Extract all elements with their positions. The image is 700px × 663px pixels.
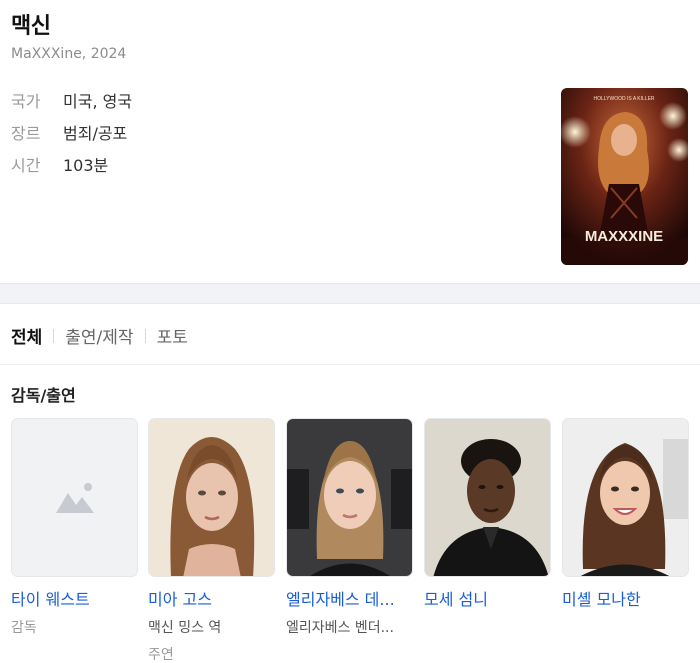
cast-card[interactable]: 모세 섬니: [424, 418, 551, 610]
tab-photos[interactable]: 포토: [157, 323, 188, 348]
section-divider: [0, 283, 700, 304]
cast-role: 엘리자베스 벤더...: [286, 620, 394, 636]
cast-card[interactable]: 미셸 모나한: [562, 418, 689, 610]
tab-all[interactable]: 전체: [11, 323, 42, 348]
cast-name[interactable]: 타이 웨스트: [11, 586, 138, 610]
poster-title: MAXXXINE: [585, 228, 663, 245]
cast-billing: 주연: [148, 647, 174, 663]
cast-name[interactable]: 미셸 모나한: [562, 586, 689, 610]
cast-role: 감독: [11, 620, 37, 636]
info-label: 장르: [11, 124, 41, 143]
movie-subtitle: MaXXXine, 2024: [11, 46, 127, 62]
info-label: 국가: [11, 92, 41, 111]
cast-name[interactable]: 엘리자베스 데...: [286, 586, 413, 610]
cast-card[interactable]: 미아 고스 맥신 밍스 역 주연: [148, 418, 275, 663]
cast-card[interactable]: 타이 웨스트 감독: [11, 418, 138, 637]
cast-card[interactable]: 엘리자베스 데... 엘리자베스 벤더...: [286, 418, 413, 637]
info-value: 103분: [63, 156, 109, 175]
cast-photo[interactable]: [286, 418, 413, 577]
info-value: 범죄/공포: [63, 124, 128, 143]
cast-name[interactable]: 모세 섬니: [424, 586, 551, 610]
info-value: 미국, 영국: [63, 92, 133, 111]
tab-bar: 전체 출연/제작 포토: [11, 323, 188, 348]
info-row-genre: 장르 범죄/공포: [11, 120, 127, 144]
poster-tagline: HOLLYWOOD IS A KILLER: [593, 96, 654, 102]
tabs-underline: [0, 364, 700, 365]
tab-cast-crew[interactable]: 출연/제작: [65, 323, 133, 348]
cast-photo[interactable]: [562, 418, 689, 577]
movie-poster[interactable]: HOLLYWOOD IS A KILLER MAXXXINE: [561, 88, 688, 265]
movie-header: 맥신 MaXXXine, 2024 국가 미국, 영국 장르 범죄/공포 시간 …: [0, 0, 700, 282]
tab-separator: [144, 328, 146, 343]
info-row-country: 국가 미국, 영국: [11, 88, 132, 112]
cast-role: 맥신 밍스 역: [148, 620, 222, 636]
movie-title: 맥신: [11, 14, 51, 39]
info-label: 시간: [11, 156, 41, 175]
cast-photo[interactable]: [424, 418, 551, 577]
cast-name[interactable]: 미아 고스: [148, 586, 275, 610]
placeholder-image-icon[interactable]: [11, 418, 138, 577]
tab-separator: [53, 328, 55, 343]
info-row-runtime: 시간 103분: [11, 152, 108, 176]
cast-photo[interactable]: [148, 418, 275, 577]
section-title: 감독/출연: [11, 386, 76, 405]
